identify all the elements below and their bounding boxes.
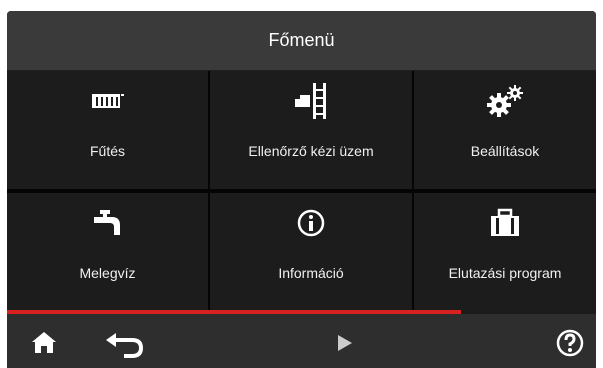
menu-item-manual-check[interactable]: Ellenőrző kézi üzem [210,71,412,189]
faucet-icon [90,207,126,239]
info-icon [297,207,325,239]
radiator-icon [90,85,126,117]
menu-item-hot-water[interactable]: Melegvíz [7,193,208,311]
menu-item-label: Elutazási program [448,265,562,281]
home-icon [32,332,56,353]
suitcase-icon [489,207,521,239]
help-button[interactable] [556,329,584,362]
menu-item-label: Fűtés [89,143,125,159]
menu-item-vacation-program[interactable]: Elutazási program [414,193,596,311]
back-arrow-icon [106,333,144,358]
play-button[interactable] [337,334,353,357]
home-button[interactable] [31,330,57,359]
menu-item-information[interactable]: Információ [210,193,412,311]
ladder-icon [293,83,329,119]
menu-grid: Fűtés Ellenőrző kézi üzem Beállítások Me… [7,71,596,311]
menu-item-heating[interactable]: Fűtés [7,71,208,189]
menu-item-label: Ellenőrző kézi üzem [248,143,374,159]
menu-item-label: Információ [278,265,344,281]
menu-item-label: Beállítások [470,143,540,159]
play-icon [338,335,352,351]
gears-icon [485,85,525,117]
menu-item-settings[interactable]: Beállítások [414,71,596,189]
page-title: Főmenü [7,11,596,70]
menu-item-label: Melegvíz [79,265,136,281]
screen: Főmenü Fűtés Ellenőrző kézi üzem Beállít… [7,11,596,368]
back-button[interactable] [104,332,146,363]
bottom-nav-bar [7,314,596,368]
help-icon [556,329,584,357]
